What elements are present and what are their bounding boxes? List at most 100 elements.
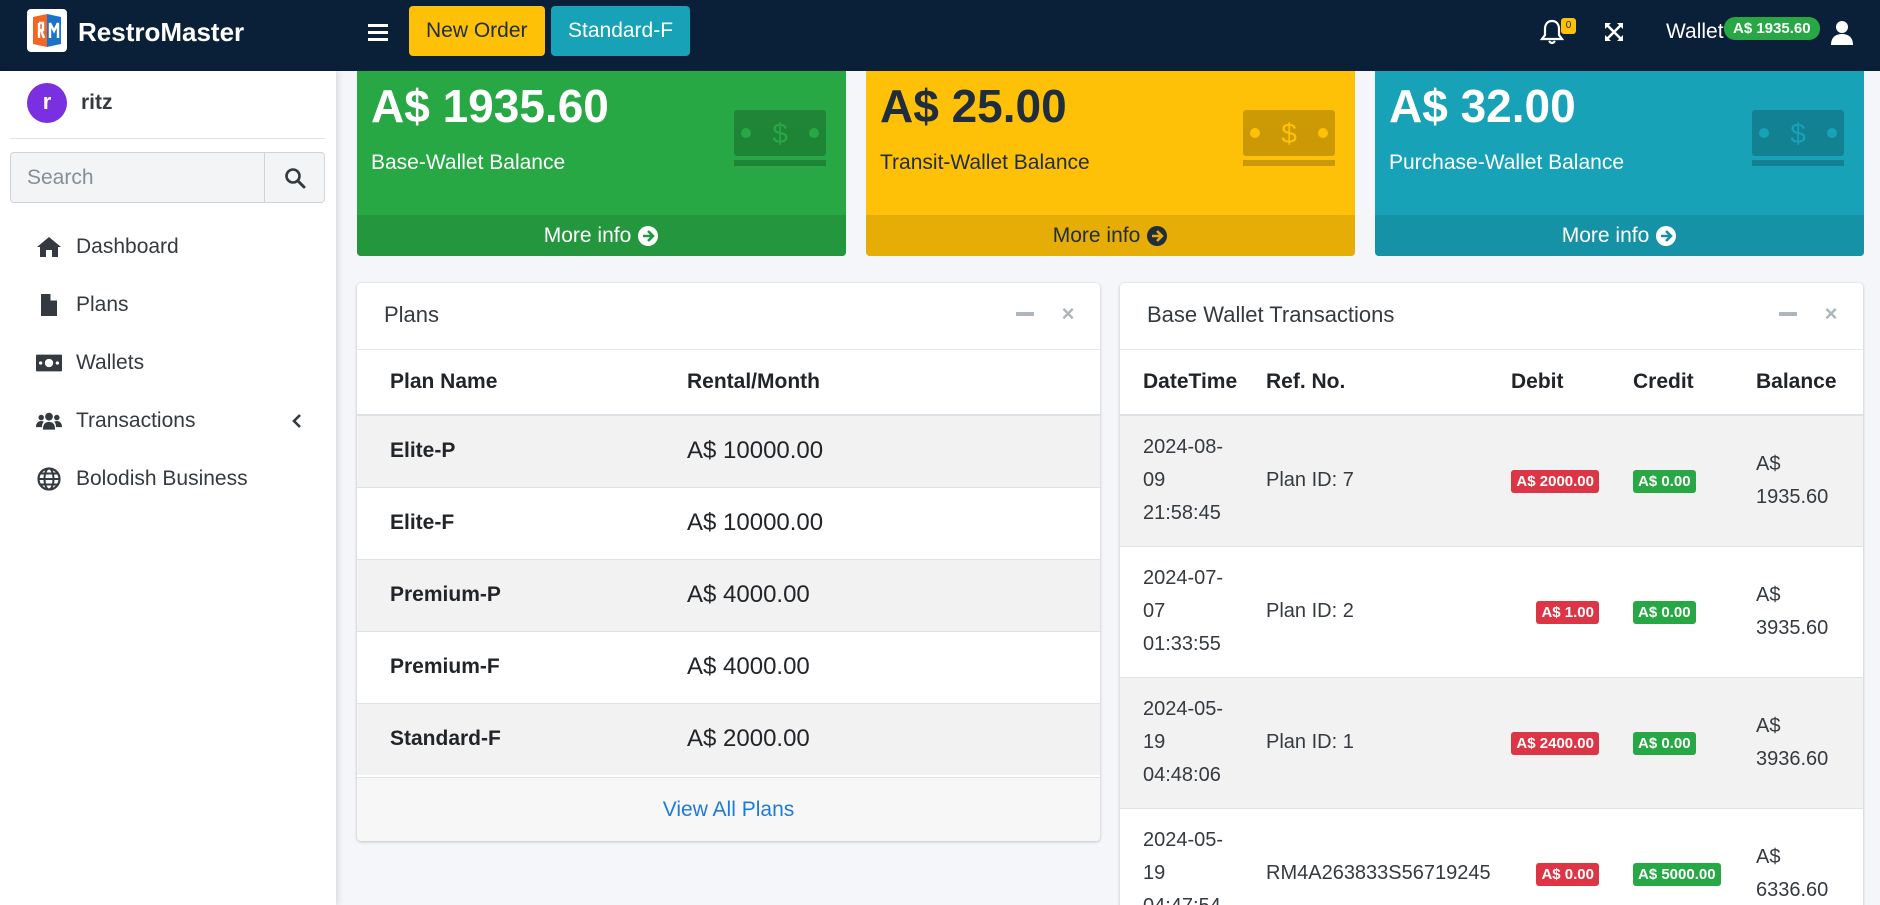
tx-date-part: 2024-07- bbox=[1143, 567, 1224, 589]
more-info-label: More info bbox=[543, 223, 632, 247]
view-all-plans-link[interactable]: View All Plans bbox=[663, 798, 795, 822]
balance-currency: A$ bbox=[1756, 452, 1781, 475]
tx-balance: A$ 1935.60 bbox=[1756, 414, 1863, 546]
table-row[interactable]: 2024-08- 09 21:58:45 Plan ID: 7 A$ 2000.… bbox=[1120, 414, 1863, 546]
user-icon[interactable] bbox=[1830, 20, 1854, 46]
minus-icon[interactable] bbox=[1016, 312, 1034, 316]
base-wallet-more-info-link[interactable]: More info bbox=[357, 215, 846, 256]
transit-wallet-more-info-link[interactable]: More info bbox=[866, 215, 1355, 256]
tx-datetime: 2024-05- 19 04:47:54 bbox=[1120, 807, 1266, 905]
chevron-left-icon[interactable] bbox=[290, 411, 304, 431]
tx-ref: Plan ID: 1 bbox=[1266, 676, 1511, 808]
brand[interactable]: RestroMaster bbox=[0, 0, 336, 71]
sidebar-item-wallets[interactable]: Wallets bbox=[20, 339, 316, 387]
debit-badge: A$ 1.00 bbox=[1536, 601, 1599, 624]
close-icon[interactable]: × bbox=[1059, 303, 1077, 325]
close-icon[interactable]: × bbox=[1822, 303, 1840, 325]
column-header: Ref. No. bbox=[1266, 350, 1511, 416]
tx-datetime: 2024-05- 19 04:48:06 bbox=[1120, 676, 1266, 808]
tx-date-part: 07 bbox=[1143, 600, 1166, 622]
tx-time-part: 21:58:45 bbox=[1143, 502, 1221, 525]
current-plan-button[interactable]: Standard-F bbox=[551, 6, 691, 56]
debit-badge: A$ 2000.00 bbox=[1511, 470, 1599, 494]
tx-debit: A$ 1.00 bbox=[1511, 545, 1633, 677]
table-row[interactable]: Standard-F A$ 2000.00 bbox=[357, 702, 1100, 775]
sidebar-item-label: Dashboard bbox=[76, 235, 179, 258]
user-panel[interactable]: r ritz bbox=[10, 71, 325, 139]
plan-name: Elite-F bbox=[357, 486, 687, 559]
top-navbar: RestroMaster New Order Standard-F 0 Wall… bbox=[0, 0, 1880, 71]
sidebar-item-label: Plans bbox=[76, 293, 129, 316]
column-header: DateTime bbox=[1120, 350, 1266, 416]
plans-table: Plan Name Rental/Month Elite-P A$ 10000.… bbox=[357, 350, 1100, 775]
sidebar-item-label: Bolodish Business bbox=[76, 467, 248, 490]
table-row[interactable]: 2024-05- 19 04:48:06 Plan ID: 1 A$ 2400.… bbox=[1120, 676, 1863, 808]
credit-badge: A$ 0.00 bbox=[1633, 470, 1696, 494]
search-button[interactable] bbox=[265, 153, 324, 202]
transactions-card-title: Base Wallet Transactions bbox=[1147, 302, 1395, 327]
tx-ref: Plan ID: 2 bbox=[1266, 545, 1511, 677]
tx-time-part: 01:33:55 bbox=[1143, 633, 1221, 655]
tx-datetime: 2024-08- 09 21:58:45 bbox=[1120, 414, 1266, 546]
tx-date-part: 2024-05- bbox=[1143, 829, 1224, 852]
plans-card: Plans × Plan Name Rental/Month Elite-P A… bbox=[357, 283, 1100, 841]
table-row[interactable]: 2024-07- 07 01:33:55 Plan ID: 2 A$ 1.00 … bbox=[1120, 545, 1863, 677]
search-icon bbox=[284, 167, 305, 188]
home-icon bbox=[36, 235, 62, 259]
transactions-card: Base Wallet Transactions × DateTime Ref.… bbox=[1120, 283, 1863, 905]
sidebar-item-bolodish-business[interactable]: Bolodish Business bbox=[20, 455, 316, 503]
tx-debit: A$ 0.00 bbox=[1511, 807, 1633, 905]
hamburger-menu-icon[interactable] bbox=[364, 18, 392, 46]
plan-name: Premium-F bbox=[357, 630, 687, 703]
table-row[interactable]: Elite-F A$ 10000.00 bbox=[357, 486, 1100, 559]
arrow-circle-right-icon bbox=[1656, 225, 1677, 246]
plan-name: Premium-P bbox=[357, 558, 687, 631]
money-bill-icon: $ bbox=[734, 110, 826, 166]
wallet-label[interactable]: Wallet bbox=[1666, 20, 1724, 44]
svg-text:$: $ bbox=[1790, 118, 1806, 149]
table-row[interactable]: Premium-P A$ 4000.00 bbox=[357, 558, 1100, 631]
more-info-label: More info bbox=[1561, 223, 1650, 247]
fullscreen-icon[interactable] bbox=[1602, 20, 1626, 44]
column-header: Balance bbox=[1756, 350, 1863, 416]
sidebar-search bbox=[10, 152, 325, 203]
globe-icon bbox=[36, 467, 62, 491]
base-wallet-box: A$ 1935.60 Base-Wallet Balance $ More in… bbox=[357, 71, 846, 256]
tx-date-part: 2024-05- bbox=[1143, 698, 1224, 720]
table-row[interactable]: Elite-P A$ 10000.00 bbox=[357, 414, 1100, 487]
search-input[interactable] bbox=[11, 153, 265, 202]
tx-credit: A$ 0.00 bbox=[1633, 676, 1756, 808]
credit-badge: A$ 5000.00 bbox=[1633, 863, 1721, 887]
credit-badge: A$ 0.00 bbox=[1633, 732, 1696, 755]
column-header: Rental/Month bbox=[687, 350, 1100, 416]
purchase-wallet-more-info-link[interactable]: More info bbox=[1375, 215, 1864, 256]
balance-amount: 6336.60 bbox=[1756, 878, 1829, 901]
tx-balance: A$ 6336.60 bbox=[1756, 807, 1863, 905]
notification-count-badge: 0 bbox=[1561, 18, 1576, 34]
brand-logo-icon bbox=[27, 9, 67, 52]
money-bill-icon: $ bbox=[1752, 110, 1844, 166]
sidebar-item-label: Transactions bbox=[76, 409, 196, 432]
credit-badge: A$ 0.00 bbox=[1633, 601, 1696, 624]
tx-credit: A$ 0.00 bbox=[1633, 545, 1756, 677]
column-header: Credit bbox=[1633, 350, 1756, 416]
minus-icon[interactable] bbox=[1779, 312, 1797, 316]
table-row[interactable]: Premium-F A$ 4000.00 bbox=[357, 630, 1100, 703]
tx-datetime: 2024-07- 07 01:33:55 bbox=[1120, 545, 1266, 677]
sidebar-item-dashboard[interactable]: Dashboard bbox=[20, 223, 316, 271]
debit-badge: A$ 0.00 bbox=[1536, 863, 1599, 887]
sidebar-item-transactions[interactable]: Transactions bbox=[20, 397, 316, 445]
base-wallet-label: Base-Wallet Balance bbox=[371, 151, 566, 174]
plans-card-header: Plans × bbox=[357, 283, 1100, 350]
tx-date-part: 19 bbox=[1143, 862, 1166, 885]
plan-rent: A$ 10000.00 bbox=[687, 414, 1100, 487]
purchase-wallet-label: Purchase-Wallet Balance bbox=[1389, 151, 1624, 174]
sidebar-item-label: Wallets bbox=[76, 351, 145, 374]
arrow-circle-right-icon bbox=[1147, 225, 1168, 246]
svg-text:$: $ bbox=[772, 118, 788, 149]
new-order-button[interactable]: New Order bbox=[409, 6, 545, 56]
plan-name: Standard-F bbox=[357, 702, 687, 775]
debit-badge: A$ 2400.00 bbox=[1511, 732, 1599, 755]
table-row[interactable]: 2024-05- 19 04:47:54 RM4A263833S56719245… bbox=[1120, 807, 1863, 905]
sidebar-item-plans[interactable]: Plans bbox=[20, 281, 316, 329]
